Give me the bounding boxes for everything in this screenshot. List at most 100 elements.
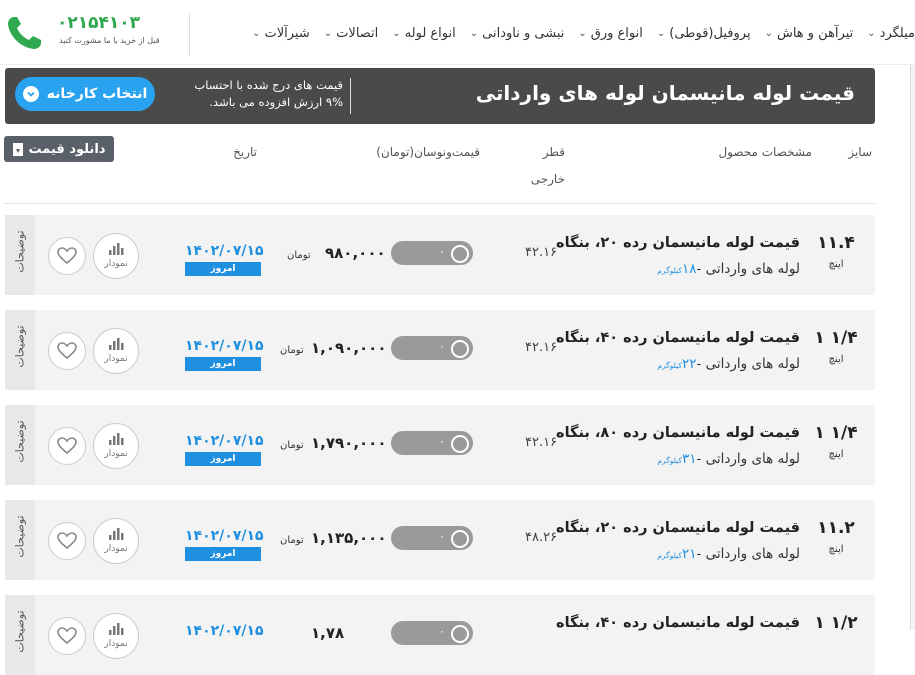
top-navigation: ۰۲۱۵۴۱۰۳ قبل از خرید با ما مشورت کنید می…: [0, 0, 915, 65]
chart-button[interactable]: نمودار: [93, 423, 139, 469]
product-subtitle: لوله های وارداتی -۲۲کیلوگرم: [657, 356, 800, 372]
outer-diameter: ۴۲.۱۶: [525, 245, 558, 260]
product-name[interactable]: قیمت لوله مانیسمان رده ۲۰، بنگاه: [556, 235, 800, 251]
favorite-button[interactable]: [48, 332, 86, 370]
price-date: ۱۴۰۲/۰۷/۱۵: [185, 338, 264, 354]
pipe-size: ۱۱.۴: [817, 233, 855, 253]
details-tab[interactable]: توضیحات: [5, 405, 35, 485]
favorite-button[interactable]: [48, 237, 86, 275]
chart-button[interactable]: نمودار: [93, 233, 139, 279]
heart-icon: [57, 437, 77, 455]
today-badge: امروز: [185, 262, 261, 276]
phone-subtitle: قبل از خرید با ما مشورت کنید: [59, 36, 160, 45]
details-tab[interactable]: توضیحات: [5, 310, 35, 390]
menu-item-fittings[interactable]: اتصالات ⌄: [324, 26, 379, 41]
download-price-button[interactable]: دانلود قیمت: [4, 136, 114, 162]
chevron-down-icon: ⌄: [656, 27, 666, 39]
price-change-toggle[interactable]: ۰: [391, 241, 473, 265]
currency-label: تومان: [287, 250, 311, 261]
heart-icon: [57, 342, 77, 360]
product-subtitle: لوله های وارداتی -۲۱کیلوگرم: [657, 546, 800, 562]
favorite-button[interactable]: [48, 617, 86, 655]
details-tab[interactable]: توضیحات: [5, 595, 35, 675]
size-unit: اینچ: [828, 259, 844, 270]
price-value: ۱,۷۹۰,۰۰۰: [311, 434, 387, 452]
price-change-toggle[interactable]: ۰: [391, 621, 473, 645]
main-menu: میلگرد ⌄ تیرآهن و هاش ⌄ پروفیل(قوطی) ⌄ انوا…: [238, 22, 915, 44]
price-change-toggle[interactable]: ۰: [391, 431, 473, 455]
outer-diameter: ۴۲.۱۶: [525, 340, 558, 355]
price-date: ۱۴۰۲/۰۷/۱۵: [185, 243, 264, 259]
nav-divider: [189, 14, 190, 56]
vat-note: قیمت های درج شده با احتساب ۹% ارزش افزود…: [194, 78, 343, 109]
details-tab[interactable]: توضیحات: [5, 500, 35, 580]
menu-item-pipe[interactable]: انواع لوله ⌄: [392, 26, 455, 41]
side-scroll-strip: [910, 64, 915, 630]
header-diameter: قطر: [542, 145, 565, 159]
today-badge: امروز: [185, 547, 261, 561]
heart-icon: [57, 532, 77, 550]
bar-chart-icon: [109, 528, 124, 540]
phone-number: ۰۲۱۵۴۱۰۳: [57, 13, 141, 33]
price-change-toggle[interactable]: ۰: [391, 336, 473, 360]
phone-icon: [8, 17, 41, 49]
header-specs: مشخصات محصول: [718, 145, 812, 159]
size-unit: اینچ: [828, 354, 844, 365]
banner-divider: [350, 78, 351, 114]
phone-contact[interactable]: ۰۲۱۵۴۱۰۳ قبل از خرید با ما مشورت کنید: [5, 12, 165, 52]
today-badge: امروز: [185, 357, 261, 371]
chevron-down-icon: ⌄: [867, 27, 876, 39]
chevron-down-icon: ⌄: [469, 27, 479, 39]
currency-label: تومان: [280, 535, 304, 546]
product-name[interactable]: قیمت لوله مانیسمان رده ۴۰، بنگاه: [556, 615, 800, 631]
menu-item-rebar[interactable]: میلگرد ⌄: [867, 26, 915, 41]
menu-item-sheet[interactable]: انواع ورق ⌄: [578, 26, 642, 41]
heart-icon: [57, 247, 77, 265]
price-value: ۱,۱۳۵,۰۰۰: [311, 529, 387, 547]
size-unit: اینچ: [828, 449, 844, 460]
price-value: ۱,۷۸: [311, 624, 345, 642]
chevron-down-icon: ⌄: [323, 27, 333, 39]
menu-item-beam[interactable]: تیرآهن و هاش ⌄: [765, 26, 854, 41]
bar-chart-icon: [109, 623, 124, 635]
chevron-down-icon: ⌄: [252, 27, 261, 39]
header-size: سایز: [848, 145, 872, 159]
table-row: توضیحات نمودار ۱۴۰۲/۰۷/۱۵ امروز تومان ۱,…: [5, 405, 875, 485]
select-factory-button[interactable]: انتخاب کارخانه: [15, 77, 155, 111]
chevron-down-icon: ⌄: [392, 27, 401, 39]
menu-item-valves[interactable]: شیرآلات ⌄: [252, 26, 310, 41]
price-date: ۱۴۰۲/۰۷/۱۵: [185, 528, 264, 544]
favorite-button[interactable]: [48, 427, 86, 465]
chevron-down-icon: [22, 86, 39, 102]
header-date: تاریخ: [233, 145, 257, 159]
details-tab[interactable]: توضیحات: [5, 215, 35, 295]
download-file-icon: [12, 142, 23, 156]
today-badge: امروز: [185, 452, 261, 466]
menu-item-angle[interactable]: نبشی و ناودانی ⌄: [470, 26, 565, 41]
menu-item-profile[interactable]: پروفیل(قوطی) ⌄: [657, 26, 751, 41]
chevron-down-icon: ⌄: [764, 27, 773, 39]
product-subtitle: لوله های وارداتی -۱۸کیلوگرم: [657, 261, 800, 277]
table-row: توضیحات نمودار ۱۴۰۲/۰۷/۱۵ امروز تومان ۱,…: [5, 500, 875, 580]
product-name[interactable]: قیمت لوله مانیسمان رده ۲۰، بنگاه: [556, 520, 800, 536]
pipe-size: ۱ ۱/۲: [814, 613, 858, 633]
product-name[interactable]: قیمت لوله مانیسمان رده ۸۰، بنگاه: [556, 425, 800, 441]
header-price: قیمت‌ونوسان(تومان): [376, 145, 480, 159]
chart-button[interactable]: نمودار: [93, 518, 139, 564]
product-subtitle: لوله های وارداتی -۳۱کیلوگرم: [657, 451, 800, 467]
product-name[interactable]: قیمت لوله مانیسمان رده ۴۰، بنگاه: [556, 330, 800, 346]
toggle-knob: [451, 530, 469, 548]
pipe-size: ۱ ۱/۴: [814, 423, 858, 443]
page-title: قیمت لوله مانیسمان لوله های وارداتی: [475, 81, 855, 105]
price-change-toggle[interactable]: ۰: [391, 526, 473, 550]
bar-chart-icon: [109, 338, 124, 350]
bar-chart-icon: [109, 433, 124, 445]
size-unit: اینچ: [828, 544, 844, 555]
chart-button[interactable]: نمودار: [93, 328, 139, 374]
price-value: ۹۸۰,۰۰۰: [325, 244, 386, 262]
chart-button[interactable]: نمودار: [93, 613, 139, 659]
favorite-button[interactable]: [48, 522, 86, 560]
header-divider: [4, 203, 875, 204]
price-banner: قیمت لوله مانیسمان لوله های وارداتی قیمت…: [5, 68, 875, 124]
price-date: ۱۴۰۲/۰۷/۱۵: [185, 623, 264, 639]
